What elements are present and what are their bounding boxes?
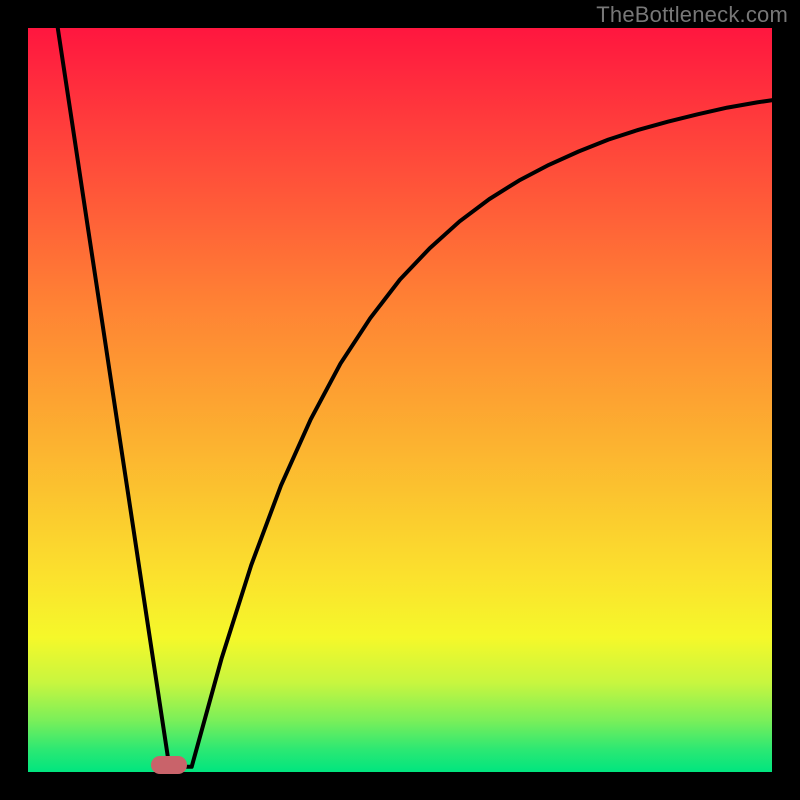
plot-area [28,28,772,772]
chart-frame: TheBottleneck.com [0,0,800,800]
bottleneck-curve [28,28,772,772]
optimum-marker [151,756,187,774]
watermark-text: TheBottleneck.com [596,2,788,28]
